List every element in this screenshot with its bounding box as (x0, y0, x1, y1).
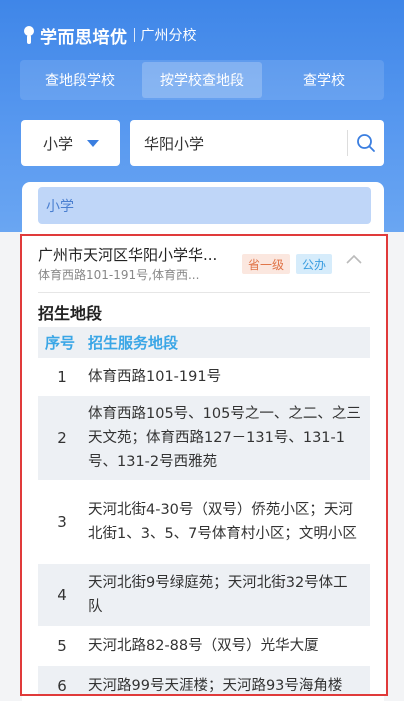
table-row: 4 天河北街9号绿庭苑；天河北街32号体工队 (38, 564, 370, 626)
table-row: 3 天河北街4-30号（双号）侨苑小区；天河北街1、3、5、7号体育村小区；文明… (38, 480, 370, 564)
collapse-button[interactable] (342, 250, 366, 270)
logo-icon (22, 26, 36, 44)
section-title: 招生地段 (38, 304, 103, 323)
row-zone: 天河北街4-30号（双号）侨苑小区；天河北街1、3、5、7号体育村小区；文明小区 (88, 502, 357, 542)
school-level-badge: 省一级 (242, 254, 290, 274)
table-row: 2 体育西路105号、105号之一、之二、之三天文苑；体育西路127－131号、… (38, 396, 370, 480)
branch-name: 广州分校 (140, 28, 197, 44)
school-name: 广州市天河区华阳小学华... (38, 246, 218, 264)
school-level-select[interactable]: 小学 (21, 120, 120, 166)
search-button[interactable] (348, 121, 384, 165)
tab-find-school[interactable]: 查学校 (264, 60, 384, 100)
row-index: 1 (57, 368, 67, 386)
school-type-badge: 公办 (296, 254, 332, 274)
search-row: 小学 (21, 120, 384, 166)
brand-divider (133, 28, 135, 42)
brand-name: 学而思培优 (40, 27, 128, 48)
tab-search-by-zone[interactable]: 查地段学校 (20, 60, 140, 100)
brand-logo: 学而思培优 广州分校 (22, 22, 197, 48)
row-index: 6 (57, 677, 67, 695)
row-index: 4 (57, 586, 67, 604)
table-header-row: 序号 招生服务地段 (38, 327, 370, 358)
row-index: 2 (57, 429, 67, 447)
school-search-input[interactable] (130, 121, 347, 165)
tab-search-by-school[interactable]: 按学校查地段 (142, 62, 262, 98)
school-header[interactable]: 广州市天河区华阳小学华... 体育西路101-191号,体育西... 省一级 公… (38, 240, 368, 290)
level-filter-bar[interactable]: 小学 (38, 187, 371, 224)
caret-down-icon (87, 139, 100, 147)
school-level-value: 小学 (43, 134, 74, 153)
row-zone: 体育西路105号、105号之一、之二、之三天文苑；体育西路127－131号、13… (88, 406, 361, 470)
row-zone: 天河北路82-88号（双号）光华大厦 (88, 638, 319, 654)
row-zone: 天河路99号天涯楼；天河路93号海角楼 (88, 678, 343, 694)
table-row: 6 天河路99号天涯楼；天河路93号海角楼 (38, 666, 370, 695)
table-row: 5 天河北路82-88号（双号）光华大厦 (38, 626, 370, 666)
header-divider (38, 292, 370, 293)
row-index: 5 (57, 637, 67, 655)
row-zone: 天河北街9号绿庭苑；天河北街32号体工队 (88, 575, 348, 615)
table-row: 1 体育西路101-191号 (38, 358, 370, 396)
row-zone: 体育西路101-191号 (88, 369, 222, 385)
row-index: 3 (57, 513, 67, 531)
search-mode-tabs: 查地段学校 按学校查地段 查学校 (20, 60, 384, 100)
zone-table: 序号 招生服务地段 1 体育西路101-191号 2 体育西路105号、105号… (38, 327, 370, 695)
header-index: 序号 (44, 334, 75, 352)
chevron-up-icon (346, 254, 362, 264)
header-zone: 招生服务地段 (88, 334, 179, 352)
school-address: 体育西路101-191号,体育西... (38, 268, 200, 282)
school-result-card: 广州市天河区华阳小学华... 体育西路101-191号,体育西... 省一级 公… (20, 234, 388, 696)
search-icon (357, 134, 375, 152)
search-box (130, 120, 384, 166)
